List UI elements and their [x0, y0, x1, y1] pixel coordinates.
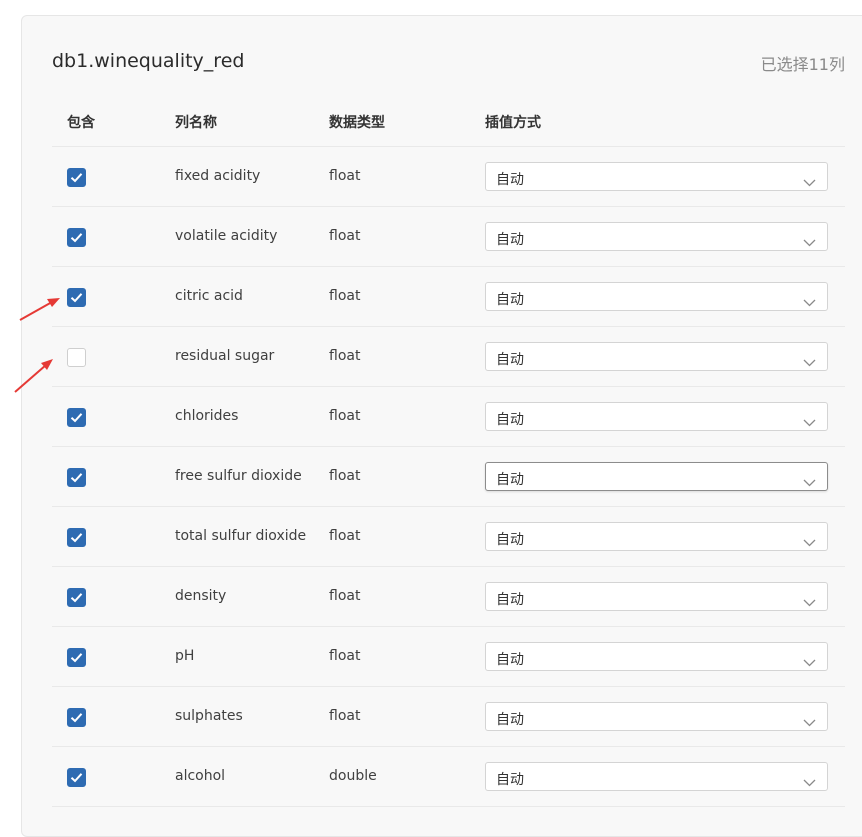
impute-method-value: 自动 [496, 352, 524, 368]
table-row: chlorides float 自动 [0, 387, 862, 447]
column-name: pH [175, 648, 195, 664]
impute-method-select[interactable]: 自动 [485, 462, 828, 491]
table-row: density float 自动 [0, 567, 862, 627]
data-type: float [329, 528, 361, 544]
impute-method-value: 自动 [496, 412, 524, 428]
table-row: free sulfur dioxide float 自动 [0, 447, 862, 507]
impute-method-value: 自动 [496, 772, 524, 788]
impute-method-value: 自动 [496, 532, 524, 548]
column-name: citric acid [175, 288, 243, 304]
chevron-down-icon [803, 232, 816, 251]
checkmark-icon [70, 713, 83, 723]
include-checkbox[interactable] [67, 408, 86, 427]
header-include: 包含 [67, 115, 95, 131]
data-type: double [329, 768, 377, 784]
impute-method-value: 自动 [496, 712, 524, 728]
chevron-down-icon [803, 292, 816, 311]
checkmark-icon [70, 293, 83, 303]
include-checkbox[interactable] [67, 648, 86, 667]
data-type: float [329, 168, 361, 184]
impute-method-select[interactable]: 自动 [485, 642, 828, 671]
impute-method-select[interactable]: 自动 [485, 342, 828, 371]
table-row: total sulfur dioxide float 自动 [0, 507, 862, 567]
checkmark-icon [70, 773, 83, 783]
impute-method-value: 自动 [496, 592, 524, 608]
checkmark-icon [70, 413, 83, 423]
chevron-down-icon [803, 472, 816, 491]
column-rows: fixed acidity float 自动 volatile acidity floa… [0, 147, 862, 807]
selected-count: 已选择11列 [760, 55, 845, 74]
column-name: density [175, 588, 227, 604]
data-type: float [329, 468, 361, 484]
data-type: float [329, 588, 361, 604]
include-checkbox[interactable] [67, 528, 86, 547]
table-row: fixed acidity float 自动 [0, 147, 862, 207]
impute-method-select[interactable]: 自动 [485, 582, 828, 611]
include-checkbox[interactable] [67, 468, 86, 487]
table-row: volatile acidity float 自动 [0, 207, 862, 267]
column-name: total sulfur dioxide [175, 528, 307, 544]
chevron-down-icon [803, 172, 816, 191]
impute-method-select[interactable]: 自动 [485, 162, 828, 191]
include-checkbox[interactable] [67, 168, 86, 187]
column-name: sulphates [175, 708, 243, 724]
chevron-down-icon [803, 772, 816, 791]
column-name: fixed acidity [175, 168, 261, 184]
column-name: free sulfur dioxide [175, 468, 302, 484]
checkmark-icon [70, 173, 83, 183]
include-checkbox[interactable] [67, 348, 86, 367]
impute-method-select[interactable]: 自动 [485, 282, 828, 311]
checkmark-icon [70, 653, 83, 663]
header-column-name: 列名称 [175, 115, 217, 131]
checkmark-icon [70, 233, 83, 243]
include-checkbox[interactable] [67, 228, 86, 247]
data-type: float [329, 408, 361, 424]
table-row: sulphates float 自动 [0, 687, 862, 747]
chevron-down-icon [803, 592, 816, 611]
header-impute-method: 插值方式 [485, 115, 541, 131]
column-name: alcohol [175, 768, 226, 784]
impute-method-select[interactable]: 自动 [485, 702, 828, 731]
impute-method-value: 自动 [496, 172, 524, 188]
include-checkbox[interactable] [67, 708, 86, 727]
chevron-down-icon [803, 352, 816, 371]
impute-method-select[interactable]: 自动 [485, 762, 828, 791]
impute-method-value: 自动 [496, 652, 524, 668]
data-type: float [329, 708, 361, 724]
include-checkbox[interactable] [67, 768, 86, 787]
impute-method-select[interactable]: 自动 [485, 402, 828, 431]
data-type: float [329, 348, 361, 364]
impute-method-value: 自动 [496, 292, 524, 308]
header-data-type: 数据类型 [329, 115, 385, 131]
checkmark-icon [70, 473, 83, 483]
include-checkbox[interactable] [67, 288, 86, 307]
impute-method-value: 自动 [496, 472, 524, 488]
include-checkbox[interactable] [67, 588, 86, 607]
data-type: float [329, 288, 361, 304]
checkmark-icon [70, 593, 83, 603]
chevron-down-icon [803, 412, 816, 431]
data-type: float [329, 228, 361, 244]
row-divider [52, 806, 845, 807]
table-row: pH float 自动 [0, 627, 862, 687]
table-title: db1.winequality_red [52, 50, 245, 72]
column-name: volatile acidity [175, 228, 278, 244]
chevron-down-icon [803, 652, 816, 671]
table-header: 包含 列名称 数据类型 插值方式 [0, 112, 862, 132]
column-name: chlorides [175, 408, 239, 424]
chevron-down-icon [803, 712, 816, 731]
impute-method-select[interactable]: 自动 [485, 222, 828, 251]
checkmark-icon [70, 533, 83, 543]
table-row: citric acid float 自动 [0, 267, 862, 327]
table-row: residual sugar float 自动 [0, 327, 862, 387]
impute-method-value: 自动 [496, 232, 524, 248]
chevron-down-icon [803, 532, 816, 551]
column-name: residual sugar [175, 348, 275, 364]
data-type: float [329, 648, 361, 664]
table-row: alcohol double 自动 [0, 747, 862, 807]
impute-method-select[interactable]: 自动 [485, 522, 828, 551]
